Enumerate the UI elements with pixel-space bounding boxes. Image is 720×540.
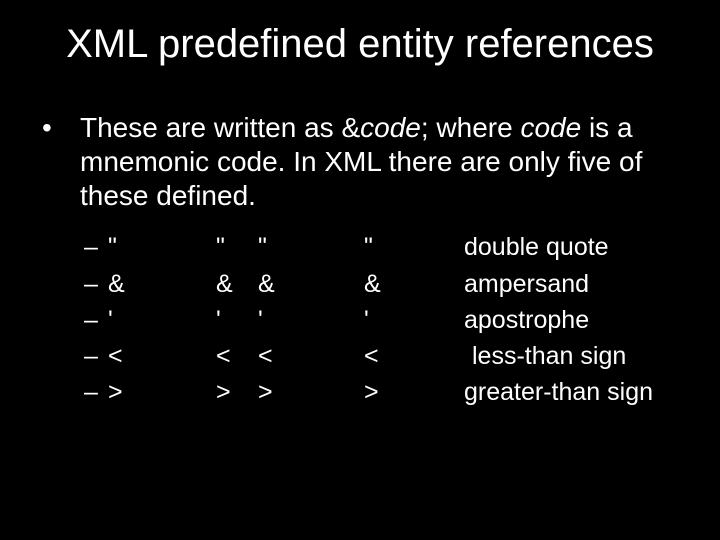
cell-decref: & xyxy=(364,266,464,302)
cell-decref: ' xyxy=(364,302,464,338)
entity-row: –&&&&ampersand xyxy=(84,266,682,302)
dash-glyph: – xyxy=(84,266,108,302)
entity-row: –<<<<less-than sign xyxy=(84,338,682,374)
cell-entity: " xyxy=(108,229,216,265)
entity-row: –''''apostrophe xyxy=(84,302,682,338)
bullet-glyph: • xyxy=(38,111,80,213)
cell-entity: & xyxy=(108,266,216,302)
text: ; where xyxy=(421,112,521,143)
cell-char: " xyxy=(216,229,258,265)
dash-glyph: – xyxy=(84,302,108,338)
slide-body: • These are written as &code; where code… xyxy=(38,111,682,411)
dash-glyph: – xyxy=(84,338,108,374)
text: These are written as & xyxy=(80,112,360,143)
cell-desc: greater-than sign xyxy=(464,374,682,410)
code-italic: code xyxy=(520,112,581,143)
cell-decref: " xyxy=(364,229,464,265)
bullet-text: These are written as &code; where code i… xyxy=(80,111,682,213)
dash-glyph: – xyxy=(84,229,108,265)
cell-desc: double quote xyxy=(464,229,682,265)
cell-desc: ampersand xyxy=(464,266,682,302)
cell-entity: > xyxy=(108,374,216,410)
code-italic: code xyxy=(360,112,421,143)
entity-row: –>>>>greater-than sign xyxy=(84,374,682,410)
cell-hexref: & xyxy=(258,266,364,302)
cell-decref: > xyxy=(364,374,464,410)
entity-row: –""""double quote xyxy=(84,229,682,265)
cell-char: ' xyxy=(216,302,258,338)
cell-desc: apostrophe xyxy=(464,302,682,338)
cell-char: & xyxy=(216,266,258,302)
cell-hexref: < xyxy=(258,338,364,374)
cell-entity: < xyxy=(108,338,216,374)
cell-entity: ' xyxy=(108,302,216,338)
cell-char: < xyxy=(216,338,258,374)
dash-glyph: – xyxy=(84,374,108,410)
slide: XML predefined entity references • These… xyxy=(0,0,720,411)
bullet-item: • These are written as &code; where code… xyxy=(38,111,682,213)
entity-table: –""""double quote–&&&&ampersand–''''apos… xyxy=(38,229,682,410)
cell-hexref: " xyxy=(258,229,364,265)
cell-hexref: ' xyxy=(258,302,364,338)
cell-decref: < xyxy=(364,338,464,374)
cell-desc: less-than sign xyxy=(464,338,682,374)
cell-char: > xyxy=(216,374,258,410)
slide-title: XML predefined entity references xyxy=(38,22,682,67)
cell-hexref: > xyxy=(258,374,364,410)
